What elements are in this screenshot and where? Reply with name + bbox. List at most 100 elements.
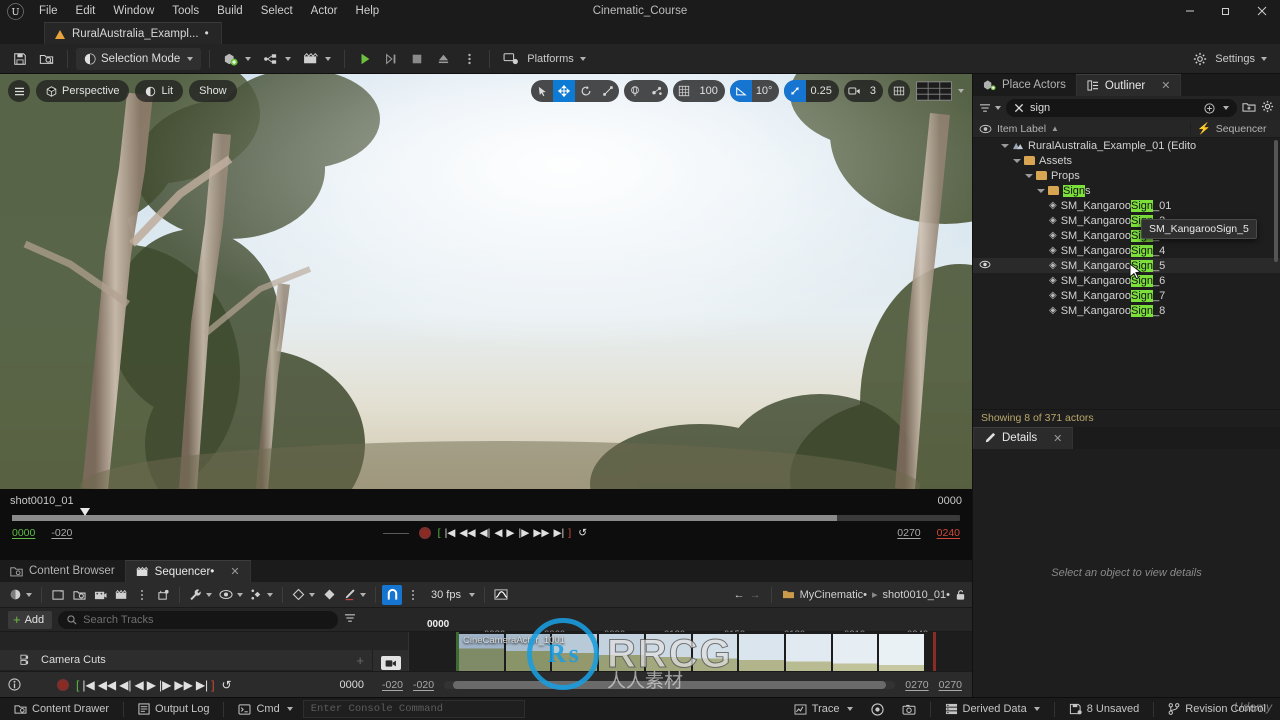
seq-prev-key-button[interactable]: ◀◀ [98, 678, 116, 692]
grid-snap-icon[interactable] [673, 80, 695, 102]
breadcrumb-root[interactable]: MyCinematic• [800, 589, 867, 601]
outliner-row-sign-01[interactable]: ◈ SM_KangarooSign_01 [973, 198, 1280, 213]
find-in-browser-button[interactable] [69, 585, 89, 605]
scale-snap-icon[interactable] [784, 80, 807, 102]
outliner-search-field[interactable] [1030, 102, 1198, 114]
take-recorder-button[interactable] [153, 585, 173, 605]
track-filter-icon[interactable] [344, 613, 356, 626]
sequencer-options-more-button[interactable] [132, 585, 152, 605]
play-forward-button[interactable]: ▶ [506, 527, 514, 539]
info-icon[interactable] [8, 678, 21, 691]
outliner-row-sign-6[interactable]: ◈ SM_KangarooSign_6 [973, 273, 1280, 288]
next-key-button[interactable]: ▶▶ [533, 527, 549, 539]
prev-key-button[interactable]: ◀◀ [459, 527, 475, 539]
level-viewport[interactable]: Perspective Lit Show 100 10° 0.25 3 [0, 74, 972, 489]
details-close-icon[interactable]: ✕ [1053, 432, 1062, 445]
revision-control-button[interactable]: Revision Control [1160, 700, 1274, 719]
cinematics-button[interactable] [298, 48, 336, 70]
camera-speed-icon[interactable] [844, 80, 866, 102]
select-tool-icon[interactable] [531, 80, 553, 102]
seq-in-value-a[interactable]: -020 [382, 679, 403, 691]
output-log-button[interactable]: Output Log [130, 700, 217, 719]
angle-snap-value[interactable]: 10° [752, 85, 780, 97]
view-range-scrollbar[interactable] [444, 680, 896, 689]
tab-content-browser[interactable]: Content Browser [0, 560, 125, 582]
playback-end-red[interactable]: 0240 [937, 527, 960, 539]
set-end-bracket-button[interactable]: ] [568, 527, 571, 539]
lock-icon[interactable] [955, 589, 966, 601]
track-add-icon[interactable]: + [356, 653, 364, 668]
viewport-layout-dropdown[interactable] [915, 80, 964, 102]
play-reverse-button[interactable]: ◀ [494, 527, 502, 539]
seq-step-forward-button[interactable]: |▶ [159, 678, 171, 692]
menu-tools[interactable]: Tools [163, 0, 208, 22]
create-camera-button[interactable] [48, 585, 68, 605]
play-more-button[interactable] [457, 48, 481, 70]
outliner-tree[interactable]: RuralAustralia_Example_01 (Edito Assets … [973, 138, 1280, 409]
sequencer-record-button[interactable] [57, 678, 69, 691]
platforms-button[interactable]: Platforms [498, 48, 590, 70]
timeline-area[interactable]: CineCameraActor_1001 [408, 632, 972, 671]
search-tracks-field[interactable] [83, 613, 330, 626]
playback-scrub-track[interactable] [12, 508, 960, 521]
console-command-field[interactable] [310, 703, 517, 715]
expand-arrow-icon[interactable] [1013, 158, 1021, 163]
save-button[interactable] [8, 48, 32, 70]
playback-current-frame[interactable]: 0000 [12, 527, 35, 539]
auto-key-button[interactable] [340, 585, 369, 605]
surface-snap-icon[interactable] [646, 80, 668, 102]
expand-arrow-icon[interactable] [1037, 188, 1045, 193]
unsaved-button[interactable]: 8 Unsaved [1061, 700, 1148, 719]
selection-mode-dropdown[interactable]: Selection Mode [76, 47, 202, 70]
breadcrumb-forward-button[interactable]: → [750, 589, 761, 601]
menu-actor[interactable]: Actor [302, 0, 347, 22]
menu-help[interactable]: Help [347, 0, 389, 22]
cmd-dropdown[interactable]: Cmd [230, 700, 300, 719]
curve-editor-button[interactable] [491, 585, 511, 605]
outliner-row-world[interactable]: RuralAustralia_Example_01 (Edito [973, 138, 1280, 153]
camera-speed-value[interactable]: 3 [866, 85, 883, 97]
key-options-button[interactable] [247, 585, 276, 605]
tab-sequencer[interactable]: Sequencer• ✕ [124, 560, 251, 582]
viewport-lit-dropdown[interactable]: Lit [135, 80, 184, 102]
add-track-button[interactable]: + Add [8, 610, 53, 629]
viewport-menu-button[interactable] [8, 80, 30, 102]
outliner-search[interactable] [1006, 99, 1237, 117]
seq-jump-start-button[interactable]: |◀ [82, 678, 94, 692]
camera-lock-button[interactable] [380, 656, 401, 670]
performance-button[interactable] [863, 700, 892, 719]
settings-button[interactable]: Settings [1188, 48, 1272, 70]
derived-data-button[interactable]: Derived Data [937, 700, 1048, 719]
jump-end-button[interactable]: ▶| [553, 527, 564, 539]
angle-snap-icon[interactable] [729, 80, 752, 102]
loop-button[interactable]: ↺ [578, 527, 587, 539]
seq-loop-button[interactable]: ↺ [222, 678, 232, 692]
play-button[interactable] [353, 48, 377, 70]
outliner-add-button[interactable] [1242, 101, 1256, 116]
clear-search-icon[interactable] [1014, 103, 1024, 113]
outliner-close-icon[interactable]: ✕ [1161, 79, 1170, 92]
cinematic-button[interactable] [111, 585, 131, 605]
outliner-scrollbar[interactable] [1274, 140, 1278, 262]
expand-arrow-icon[interactable] [1025, 173, 1033, 178]
menu-edit[interactable]: Edit [67, 0, 105, 22]
actions-wrench-button[interactable] [186, 585, 215, 605]
step-back-button[interactable]: ◀| [480, 527, 491, 539]
record-button[interactable] [418, 527, 431, 539]
outliner-row-assets[interactable]: Assets [973, 153, 1280, 168]
close-button[interactable] [1244, 0, 1280, 22]
snapping-options-button[interactable] [403, 585, 423, 605]
scale-snap-value[interactable]: 0.25 [806, 85, 838, 97]
trace-button[interactable]: Trace [786, 700, 861, 719]
view-options-button[interactable] [216, 585, 246, 605]
track-row-camera-cuts[interactable]: Camera Cuts + [0, 650, 372, 671]
seq-set-start-button[interactable]: [ [76, 678, 79, 692]
eject-button[interactable] [431, 48, 455, 70]
viewport-perspective-dropdown[interactable]: Perspective [36, 80, 130, 102]
seq-out-value-b[interactable]: 0270 [939, 679, 962, 691]
seq-next-key-button[interactable]: ▶▶ [174, 678, 192, 692]
search-tracks-input[interactable] [58, 610, 339, 629]
browse-button[interactable] [34, 48, 59, 70]
set-start-bracket-button[interactable]: [ [438, 527, 441, 539]
outliner-row-sign-8[interactable]: ◈ SM_KangarooSign_8 [973, 303, 1280, 318]
